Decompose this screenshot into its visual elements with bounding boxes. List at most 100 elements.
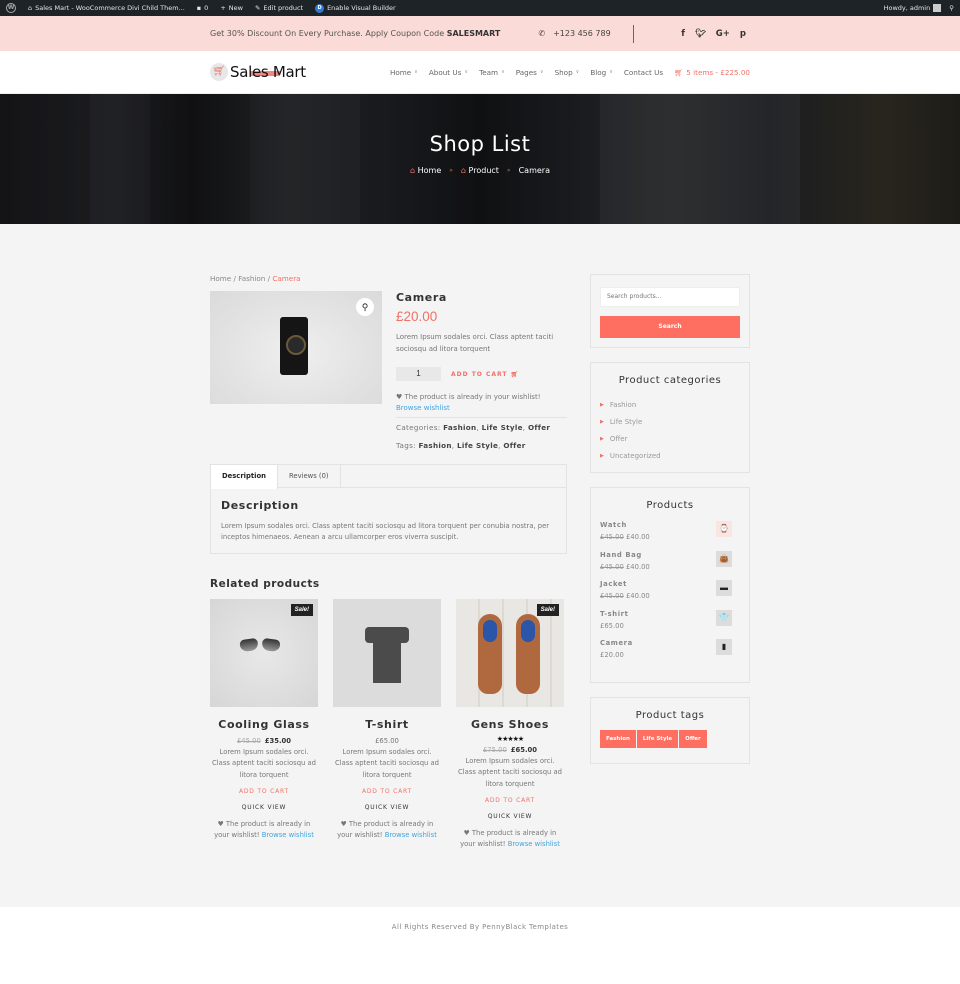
related-product-name[interactable]: Cooling Glass xyxy=(210,718,318,731)
sale-badge: Sale! xyxy=(290,604,313,616)
handbag-thumbnail-icon: 👜 xyxy=(716,550,732,567)
magnify-icon[interactable]: ⚲ xyxy=(356,298,374,316)
related-product-description: Lorem Ipsum sodales orci. Class aptent t… xyxy=(458,757,562,788)
tag-link[interactable]: Fashion xyxy=(418,441,451,450)
category-item[interactable]: ▶ Fashion xyxy=(600,396,740,413)
browse-wishlist-link[interactable]: Browse wishlist xyxy=(385,831,437,839)
shopping-cart-logo-icon: 🛒︎ xyxy=(210,63,228,81)
add-to-cart-button[interactable]: ADD TO CART xyxy=(456,797,564,804)
my-account-menu[interactable]: Howdy, admin xyxy=(884,4,942,12)
header-cart[interactable]: 🛒︎ 5 items - £225.00 xyxy=(674,68,750,77)
tag-link[interactable]: Offer xyxy=(503,441,525,450)
add-to-cart-button[interactable]: ADD TO CART xyxy=(333,788,441,795)
category-item[interactable]: ▶ Offer xyxy=(600,430,740,447)
quick-view-button[interactable]: QUICK VIEW xyxy=(456,813,564,820)
nav-home[interactable]: Home ∨ xyxy=(390,68,418,77)
related-product-price: £45.00 £35.00 xyxy=(236,737,292,745)
nav-team[interactable]: Team ∨ xyxy=(479,68,505,77)
browse-wishlist-link[interactable]: Browse wishlist xyxy=(508,840,560,848)
product-tabs: Description Reviews (0) Description Lore… xyxy=(210,464,567,554)
site-header: 🛒︎ Sales Mart Home ∨ About Us ∨ Team ∨ Page… xyxy=(0,51,960,94)
home-icon: ⌂ xyxy=(460,166,466,175)
related-product-card: Sale! Cooling Glass £45.00 £35.00 Lorem I… xyxy=(210,599,318,850)
browse-wishlist-link[interactable]: Browse wishlist xyxy=(396,404,450,412)
product-list-item[interactable]: Hand Bag £45.00 £40.00 👜 xyxy=(600,550,740,581)
related-product-image[interactable] xyxy=(333,599,441,707)
search-button[interactable]: Search xyxy=(600,315,740,338)
crumb-category[interactable]: Fashion xyxy=(238,274,265,283)
related-products: Sale! Cooling Glass £45.00 £35.00 Lorem I… xyxy=(210,599,567,850)
home-icon: ⌂ xyxy=(410,166,416,175)
tab-description-text: Lorem Ipsum sodales orci. Class aptent t… xyxy=(221,522,550,541)
nav-contact-us[interactable]: Contact Us xyxy=(624,68,663,77)
related-product-price: £75.00 £65.00 xyxy=(482,746,538,754)
tab-heading: Description xyxy=(221,499,299,512)
nav-blog[interactable]: Blog ∨ xyxy=(590,68,613,77)
crumb-home[interactable]: Home xyxy=(210,274,231,283)
phone-contact[interactable]: ✆ +123 456 789 xyxy=(538,29,610,38)
category-item[interactable]: ▶ Life Style xyxy=(600,413,740,430)
tab-reviews[interactable]: Reviews (0) xyxy=(278,465,341,487)
breadcrumb-home[interactable]: ⌂ Home xyxy=(410,166,441,175)
related-product-name[interactable]: T-shirt xyxy=(333,718,441,731)
quantity-input[interactable] xyxy=(396,367,441,381)
category-link[interactable]: Life Style xyxy=(482,423,523,432)
tag-button[interactable]: Offer xyxy=(679,730,707,748)
breadcrumb-product[interactable]: ⌂ Product xyxy=(461,166,499,175)
divider xyxy=(632,24,634,43)
visual-builder-link[interactable]: D Enable Visual Builder xyxy=(315,3,396,13)
quick-view-button[interactable]: QUICK VIEW xyxy=(210,804,318,811)
caret-right-icon: ▶ xyxy=(600,418,604,425)
category-item[interactable]: ▶ Uncategorized xyxy=(600,447,740,464)
new-content-menu[interactable]: + New xyxy=(220,4,243,12)
product-list-item[interactable]: T-shirt £65.00 👕 xyxy=(600,609,740,640)
google-plus-icon[interactable]: G+ xyxy=(716,29,730,39)
tag-button[interactable]: Fashion xyxy=(600,730,636,748)
sale-badge: Sale! xyxy=(536,604,559,616)
search-icon[interactable]: ⚲ xyxy=(949,4,954,12)
tag-button[interactable]: Life Style xyxy=(636,730,679,748)
phone-icon: ✆ xyxy=(538,29,546,38)
site-name-menu[interactable]: ⌂ Sales Mart - WooCommerce Divi Child The… xyxy=(28,4,185,12)
add-to-cart-button[interactable]: ADD TO CART xyxy=(210,788,318,795)
pinterest-icon[interactable]: p xyxy=(740,29,746,39)
category-link[interactable]: Offer xyxy=(528,423,550,432)
edit-product-link[interactable]: ✎ Edit product xyxy=(255,4,303,12)
nav-pages[interactable]: Pages ∨ xyxy=(516,68,544,77)
category-link[interactable]: Fashion xyxy=(443,423,476,432)
related-product-name[interactable]: Gens Shoes xyxy=(456,718,564,731)
tag-link[interactable]: Life Style xyxy=(457,441,498,450)
product-summary: ⚲ Camera £20.00 Lorem Ipsum sodales orci… xyxy=(210,291,567,450)
site-logo[interactable]: 🛒︎ Sales Mart xyxy=(210,63,306,81)
quick-view-button[interactable]: QUICK VIEW xyxy=(333,804,441,811)
cart-icon: 🛒︎ xyxy=(674,67,684,77)
product-list-item[interactable]: Camera £20.00 ▮ xyxy=(600,639,740,669)
add-to-cart-button[interactable]: ADD TO CART 🛒︎ xyxy=(451,371,519,378)
home-icon: ⌂ xyxy=(28,4,33,12)
browse-wishlist-link[interactable]: Browse wishlist xyxy=(262,831,314,839)
related-product-image[interactable]: Sale! xyxy=(456,599,564,707)
nav-shop[interactable]: Shop ∨ xyxy=(555,68,580,77)
widget-title: Products xyxy=(646,500,694,511)
related-product-card: T-shirt £65.00 Lorem Ipsum sodales orci.… xyxy=(333,599,441,850)
chevron-down-icon: ∨ xyxy=(575,69,580,75)
twitter-icon[interactable]: 🐦︎ xyxy=(695,29,706,39)
comments-menu[interactable]: ▪ 0 xyxy=(197,4,209,12)
nav-about-us[interactable]: About Us ∨ xyxy=(429,68,468,77)
wp-logo-menu[interactable]: W xyxy=(6,3,16,13)
related-product-image[interactable]: Sale! xyxy=(210,599,318,707)
product-list-item[interactable]: Watch £45.00 £40.00 ⌚ xyxy=(600,521,740,551)
crumb-current: Camera xyxy=(272,274,301,283)
product-image[interactable]: ⚲ xyxy=(210,291,382,404)
product-title: Camera xyxy=(396,291,447,304)
wishlist-notice: ♥ The product is already in your wishlis… xyxy=(460,828,560,849)
main-nav: Home ∨ About Us ∨ Team ∨ Pages ∨ Shop ∨ Blog ∨… xyxy=(390,68,750,77)
related-product-description: Lorem Ipsum sodales orci. Class aptent t… xyxy=(335,748,439,779)
search-input[interactable] xyxy=(600,286,740,307)
caret-right-icon: ▶ xyxy=(600,452,604,459)
heart-icon: ♥ xyxy=(396,393,403,401)
product-categories: Categories: Fashion, Life Style, Offer xyxy=(396,423,551,432)
facebook-icon[interactable]: f xyxy=(681,29,685,39)
tab-description[interactable]: Description xyxy=(211,465,278,489)
product-list-item[interactable]: Jacket £45.00 £40.00 ▬ xyxy=(600,580,740,610)
